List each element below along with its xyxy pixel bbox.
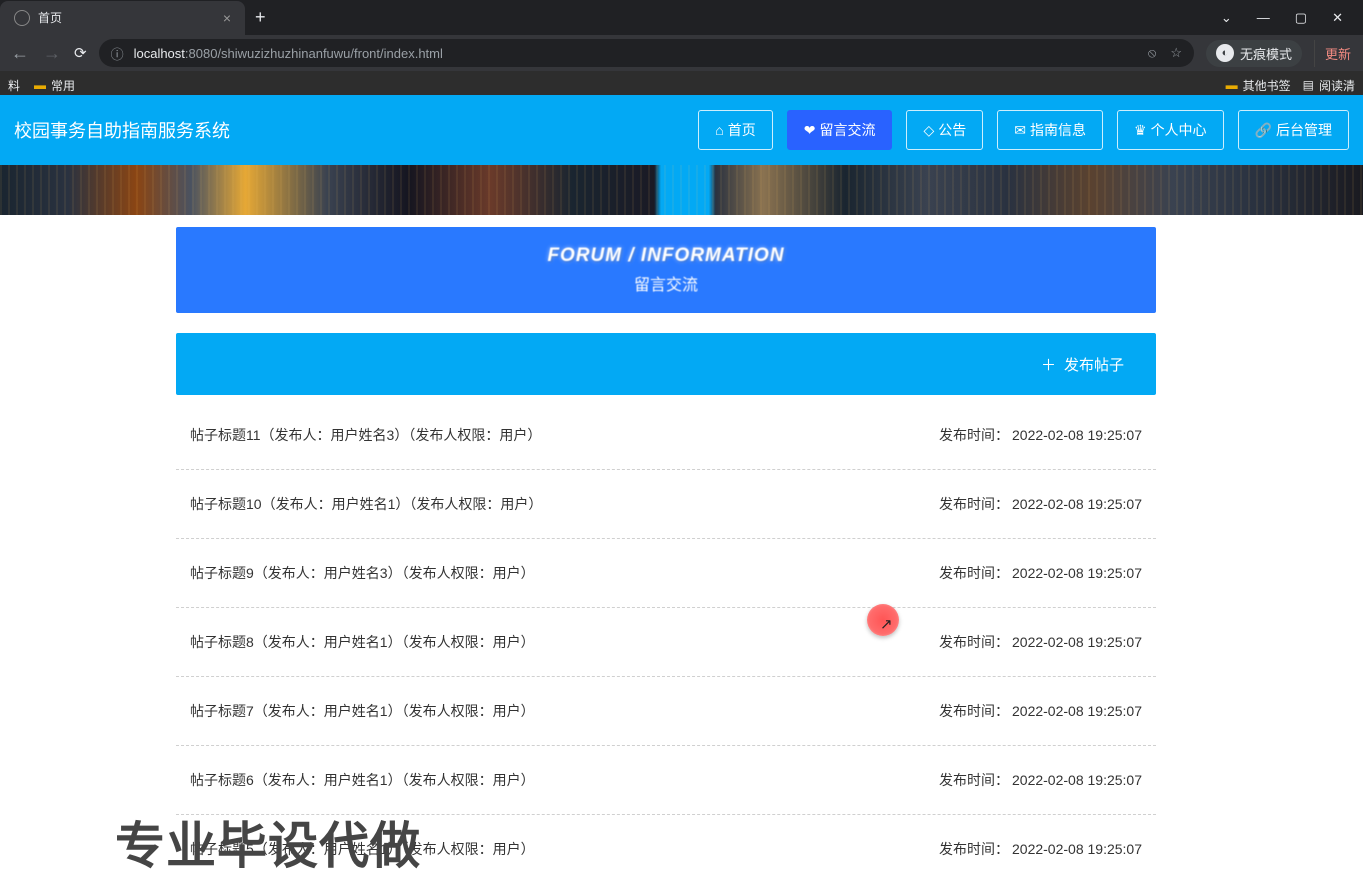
forum-row[interactable]: 帖子标题11（发布人：用户姓名3）（发布人权限：用户） 发布时间：2022-02… <box>176 401 1156 470</box>
forum-row[interactable]: 帖子标题6（发布人：用户姓名1）（发布人权限：用户） 发布时间：2022-02-… <box>176 746 1156 815</box>
forum-row[interactable]: 帖子标题5（发布人：用户姓名1）（发布人权限：用户） 发布时间：2022-02-… <box>176 815 1156 883</box>
banner-title-cn: 留言交流 <box>194 271 1138 295</box>
nav-home[interactable]: ⌂ 首页 <box>698 110 772 150</box>
post-time: 发布时间：2022-02-08 19:25:07 <box>939 770 1142 790</box>
browser-tab[interactable]: 首页 × <box>0 1 245 35</box>
site-nav: ⌂ 首页 ❤ 留言交流 ◇ 公告 ✉ 指南信息 ♛ 个人中心 🔗 后台管理 <box>698 110 1349 150</box>
tag-icon: ❤ <box>804 122 816 139</box>
tab-bar: 首页 × + ⌄ — ▢ ✕ <box>0 0 1363 35</box>
post-title[interactable]: 帖子标题9（发布人：用户姓名3）（发布人权限：用户） <box>190 563 535 583</box>
info-icon[interactable]: ⓘ <box>111 44 124 63</box>
star-icon[interactable]: ☆ <box>1170 45 1182 61</box>
post-time: 发布时间：2022-02-08 19:25:07 <box>939 425 1142 445</box>
chevron-down-icon[interactable]: ⌄ <box>1221 10 1232 26</box>
post-title[interactable]: 帖子标题6（发布人：用户姓名1）（发布人权限：用户） <box>190 770 535 790</box>
site-title: 校园事务自助指南服务系统 <box>14 117 230 143</box>
nav-personal[interactable]: ♛ 个人中心 <box>1117 110 1224 150</box>
post-time: 发布时间：2022-02-08 19:25:07 <box>939 494 1142 514</box>
folder-icon: ▬ <box>34 78 46 92</box>
url-host: localhost <box>134 46 185 61</box>
mail-icon: ✉ <box>1014 122 1026 139</box>
post-title[interactable]: 帖子标题5（发布人：用户姓名1）（发布人权限：用户） <box>190 839 535 859</box>
home-icon: ⌂ <box>715 122 723 138</box>
user-icon: ♛ <box>1134 122 1147 139</box>
url-path: :8080/shiwuzizhuzhinanfuwu/front/index.h… <box>185 46 443 61</box>
hero-image <box>0 165 1363 215</box>
post-title[interactable]: 帖子标题11（发布人：用户姓名3）（发布人权限：用户） <box>190 425 541 445</box>
post-time: 发布时间：2022-02-08 19:25:07 <box>939 839 1142 859</box>
post-time: 发布时间：2022-02-08 19:25:07 <box>939 701 1142 721</box>
cursor-spotlight-icon <box>867 604 899 636</box>
content-area: FORUM / INFORMATION 留言交流 ＋ 发布帖子 帖子标题11（发… <box>0 215 1363 883</box>
post-time: 发布时间：2022-02-08 19:25:07 <box>939 632 1142 652</box>
nav-notice[interactable]: ◇ 公告 <box>906 110 983 150</box>
post-title[interactable]: 帖子标题10（发布人：用户姓名1）（发布人权限：用户） <box>190 494 542 514</box>
other-bookmarks[interactable]: ▬ 其他书签 <box>1226 77 1291 94</box>
forum-row[interactable]: 帖子标题9（发布人：用户姓名3）（发布人权限：用户） 发布时间：2022-02-… <box>176 539 1156 608</box>
nav-forum[interactable]: ❤ 留言交流 <box>787 110 893 150</box>
minimize-icon[interactable]: — <box>1257 10 1270 26</box>
section-banner: FORUM / INFORMATION 留言交流 <box>176 227 1156 313</box>
plus-icon: ＋ <box>1041 354 1056 375</box>
tab-title: 首页 <box>38 9 215 26</box>
forum-list: 帖子标题11（发布人：用户姓名3）（发布人权限：用户） 发布时间：2022-02… <box>176 401 1156 883</box>
maximize-icon[interactable]: ▢ <box>1295 10 1307 26</box>
post-title[interactable]: 帖子标题7（发布人：用户姓名1）（发布人权限：用户） <box>190 701 535 721</box>
publish-post-button[interactable]: ＋ 发布帖子 <box>1041 354 1124 375</box>
close-window-icon[interactable]: ✕ <box>1332 10 1343 26</box>
link-icon: 🔗 <box>1255 122 1272 139</box>
new-tab-button[interactable]: + <box>255 7 266 28</box>
forum-row[interactable]: 帖子标题10（发布人：用户姓名1）（发布人权限：用户） 发布时间：2022-02… <box>176 470 1156 539</box>
incognito-icon: ◐ <box>1216 44 1234 62</box>
reading-list[interactable]: ▤ 阅读清 <box>1303 77 1355 94</box>
back-icon[interactable]: ← <box>10 43 30 64</box>
forum-row[interactable]: 帖子标题7（发布人：用户姓名1）（发布人权限：用户） 发布时间：2022-02-… <box>176 677 1156 746</box>
bookmark-item[interactable]: 料 <box>8 77 20 94</box>
nav-admin[interactable]: 🔗 后台管理 <box>1238 110 1349 150</box>
post-title[interactable]: 帖子标题8（发布人：用户姓名1）（发布人权限：用户） <box>190 632 535 652</box>
nav-guide[interactable]: ✉ 指南信息 <box>997 110 1103 150</box>
notice-icon: ◇ <box>923 122 934 139</box>
folder-icon: ▬ <box>1226 78 1238 92</box>
close-icon[interactable]: × <box>223 10 231 26</box>
bookmark-folder[interactable]: ▬ 常用 <box>34 77 75 94</box>
forum-row[interactable]: 帖子标题8（发布人：用户姓名1）（发布人权限：用户） 发布时间：2022-02-… <box>176 608 1156 677</box>
post-time: 发布时间：2022-02-08 19:25:07 <box>939 563 1142 583</box>
list-icon: ▤ <box>1303 78 1314 92</box>
eye-off-icon[interactable]: ⦸ <box>1148 45 1156 61</box>
incognito-badge[interactable]: ◐ 无痕模式 <box>1206 40 1302 67</box>
update-button[interactable]: 更新 <box>1314 40 1353 67</box>
reload-icon[interactable]: ⟳ <box>74 44 87 62</box>
window-controls: ⌄ — ▢ ✕ <box>1221 10 1363 26</box>
banner-title-en: FORUM / INFORMATION <box>194 245 1138 267</box>
publish-bar: ＋ 发布帖子 <box>176 333 1156 395</box>
browser-chrome: 首页 × + ⌄ — ▢ ✕ ← → ⟳ ⓘ localhost:8080/sh… <box>0 0 1363 95</box>
site-header: 校园事务自助指南服务系统 ⌂ 首页 ❤ 留言交流 ◇ 公告 ✉ 指南信息 ♛ 个… <box>0 95 1363 165</box>
forward-icon: → <box>42 43 62 64</box>
url-input[interactable]: ⓘ localhost:8080/shiwuzizhuzhinanfuwu/fr… <box>99 39 1194 67</box>
globe-icon <box>14 10 30 26</box>
url-bar: ← → ⟳ ⓘ localhost:8080/shiwuzizhuzhinanf… <box>0 35 1363 71</box>
